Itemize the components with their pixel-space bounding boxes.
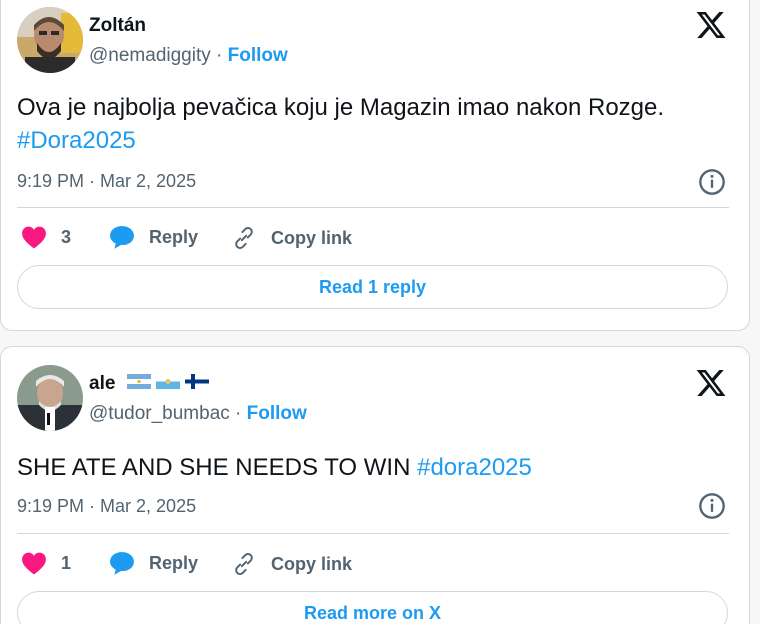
hashtag-link[interactable]: #dora2025 xyxy=(417,454,532,481)
link-icon xyxy=(235,227,253,249)
reply-button[interactable]: Reply xyxy=(109,551,198,575)
like-count: 3 xyxy=(61,226,72,247)
like-button[interactable]: 3 xyxy=(21,225,71,249)
reply-label: Reply xyxy=(149,552,199,573)
display-name-row: ale xyxy=(89,373,210,395)
avatar-photo-icon xyxy=(17,365,83,431)
speech-bubble-icon xyxy=(110,552,134,575)
avatar[interactable] xyxy=(17,365,83,431)
x-logo-icon[interactable] xyxy=(695,367,727,399)
reply-label: Reply xyxy=(149,226,199,247)
divider xyxy=(17,533,729,534)
tweet-card[interactable]: ale @tudor_bumbac · Follow SHE ATE AND S… xyxy=(0,346,750,624)
display-name[interactable]: ale xyxy=(89,373,115,394)
tweet-text: Ova je najbolja pevačica koju je Magazin… xyxy=(17,91,717,157)
copy-link-label: Copy link xyxy=(271,553,353,574)
timestamp[interactable]: 9:19 PM · Mar 2, 2025 xyxy=(17,496,196,517)
follow-button[interactable]: Follow xyxy=(247,403,307,424)
user-handle[interactable]: @nemadiggity xyxy=(89,45,211,66)
heart-icon xyxy=(22,226,46,249)
flag-emojis xyxy=(126,373,210,395)
hashtag-link[interactable]: #Dora2025 xyxy=(17,127,136,154)
tweet-body: Ova je najbolja pevačica koju je Magazin… xyxy=(17,94,665,121)
san-marino-flag-icon xyxy=(155,374,180,389)
display-name[interactable]: Zoltán xyxy=(89,15,146,37)
avatar-photo-icon xyxy=(17,7,83,73)
tweet-card[interactable]: Zoltán @nemadiggity · Follow Ova je najb… xyxy=(0,0,750,331)
separator-dot: · xyxy=(216,45,223,66)
copy-link-button[interactable]: Copy link xyxy=(231,551,352,577)
avatar[interactable] xyxy=(17,7,83,73)
x-logo-icon[interactable] xyxy=(695,9,727,41)
copy-link-label: Copy link xyxy=(271,227,353,248)
user-handle[interactable]: @tudor_bumbac xyxy=(89,403,230,424)
reply-button[interactable]: Reply xyxy=(109,225,198,249)
divider xyxy=(17,207,729,208)
read-replies-button[interactable]: Read 1 reply xyxy=(17,265,728,309)
link-icon xyxy=(235,553,253,575)
argentina-flag-icon xyxy=(126,374,151,389)
handle-row: @nemadiggity · Follow xyxy=(89,45,288,67)
follow-button[interactable]: Follow xyxy=(228,45,288,66)
heart-icon xyxy=(22,552,46,575)
speech-bubble-icon xyxy=(110,226,134,249)
like-button[interactable]: 1 xyxy=(21,551,71,575)
info-icon[interactable] xyxy=(698,168,726,196)
finland-flag-icon xyxy=(185,374,210,389)
like-count: 1 xyxy=(61,552,72,573)
copy-link-button[interactable]: Copy link xyxy=(231,225,352,251)
read-more-button[interactable]: Read more on X xyxy=(17,591,728,624)
info-icon[interactable] xyxy=(698,492,726,520)
handle-row: @tudor_bumbac · Follow xyxy=(89,403,307,425)
separator-dot: · xyxy=(235,403,242,424)
tweet-body: SHE ATE AND SHE NEEDS TO WIN xyxy=(17,454,411,481)
tweet-text: SHE ATE AND SHE NEEDS TO WIN #dora2025 xyxy=(17,451,717,484)
timestamp[interactable]: 9:19 PM · Mar 2, 2025 xyxy=(17,171,196,192)
